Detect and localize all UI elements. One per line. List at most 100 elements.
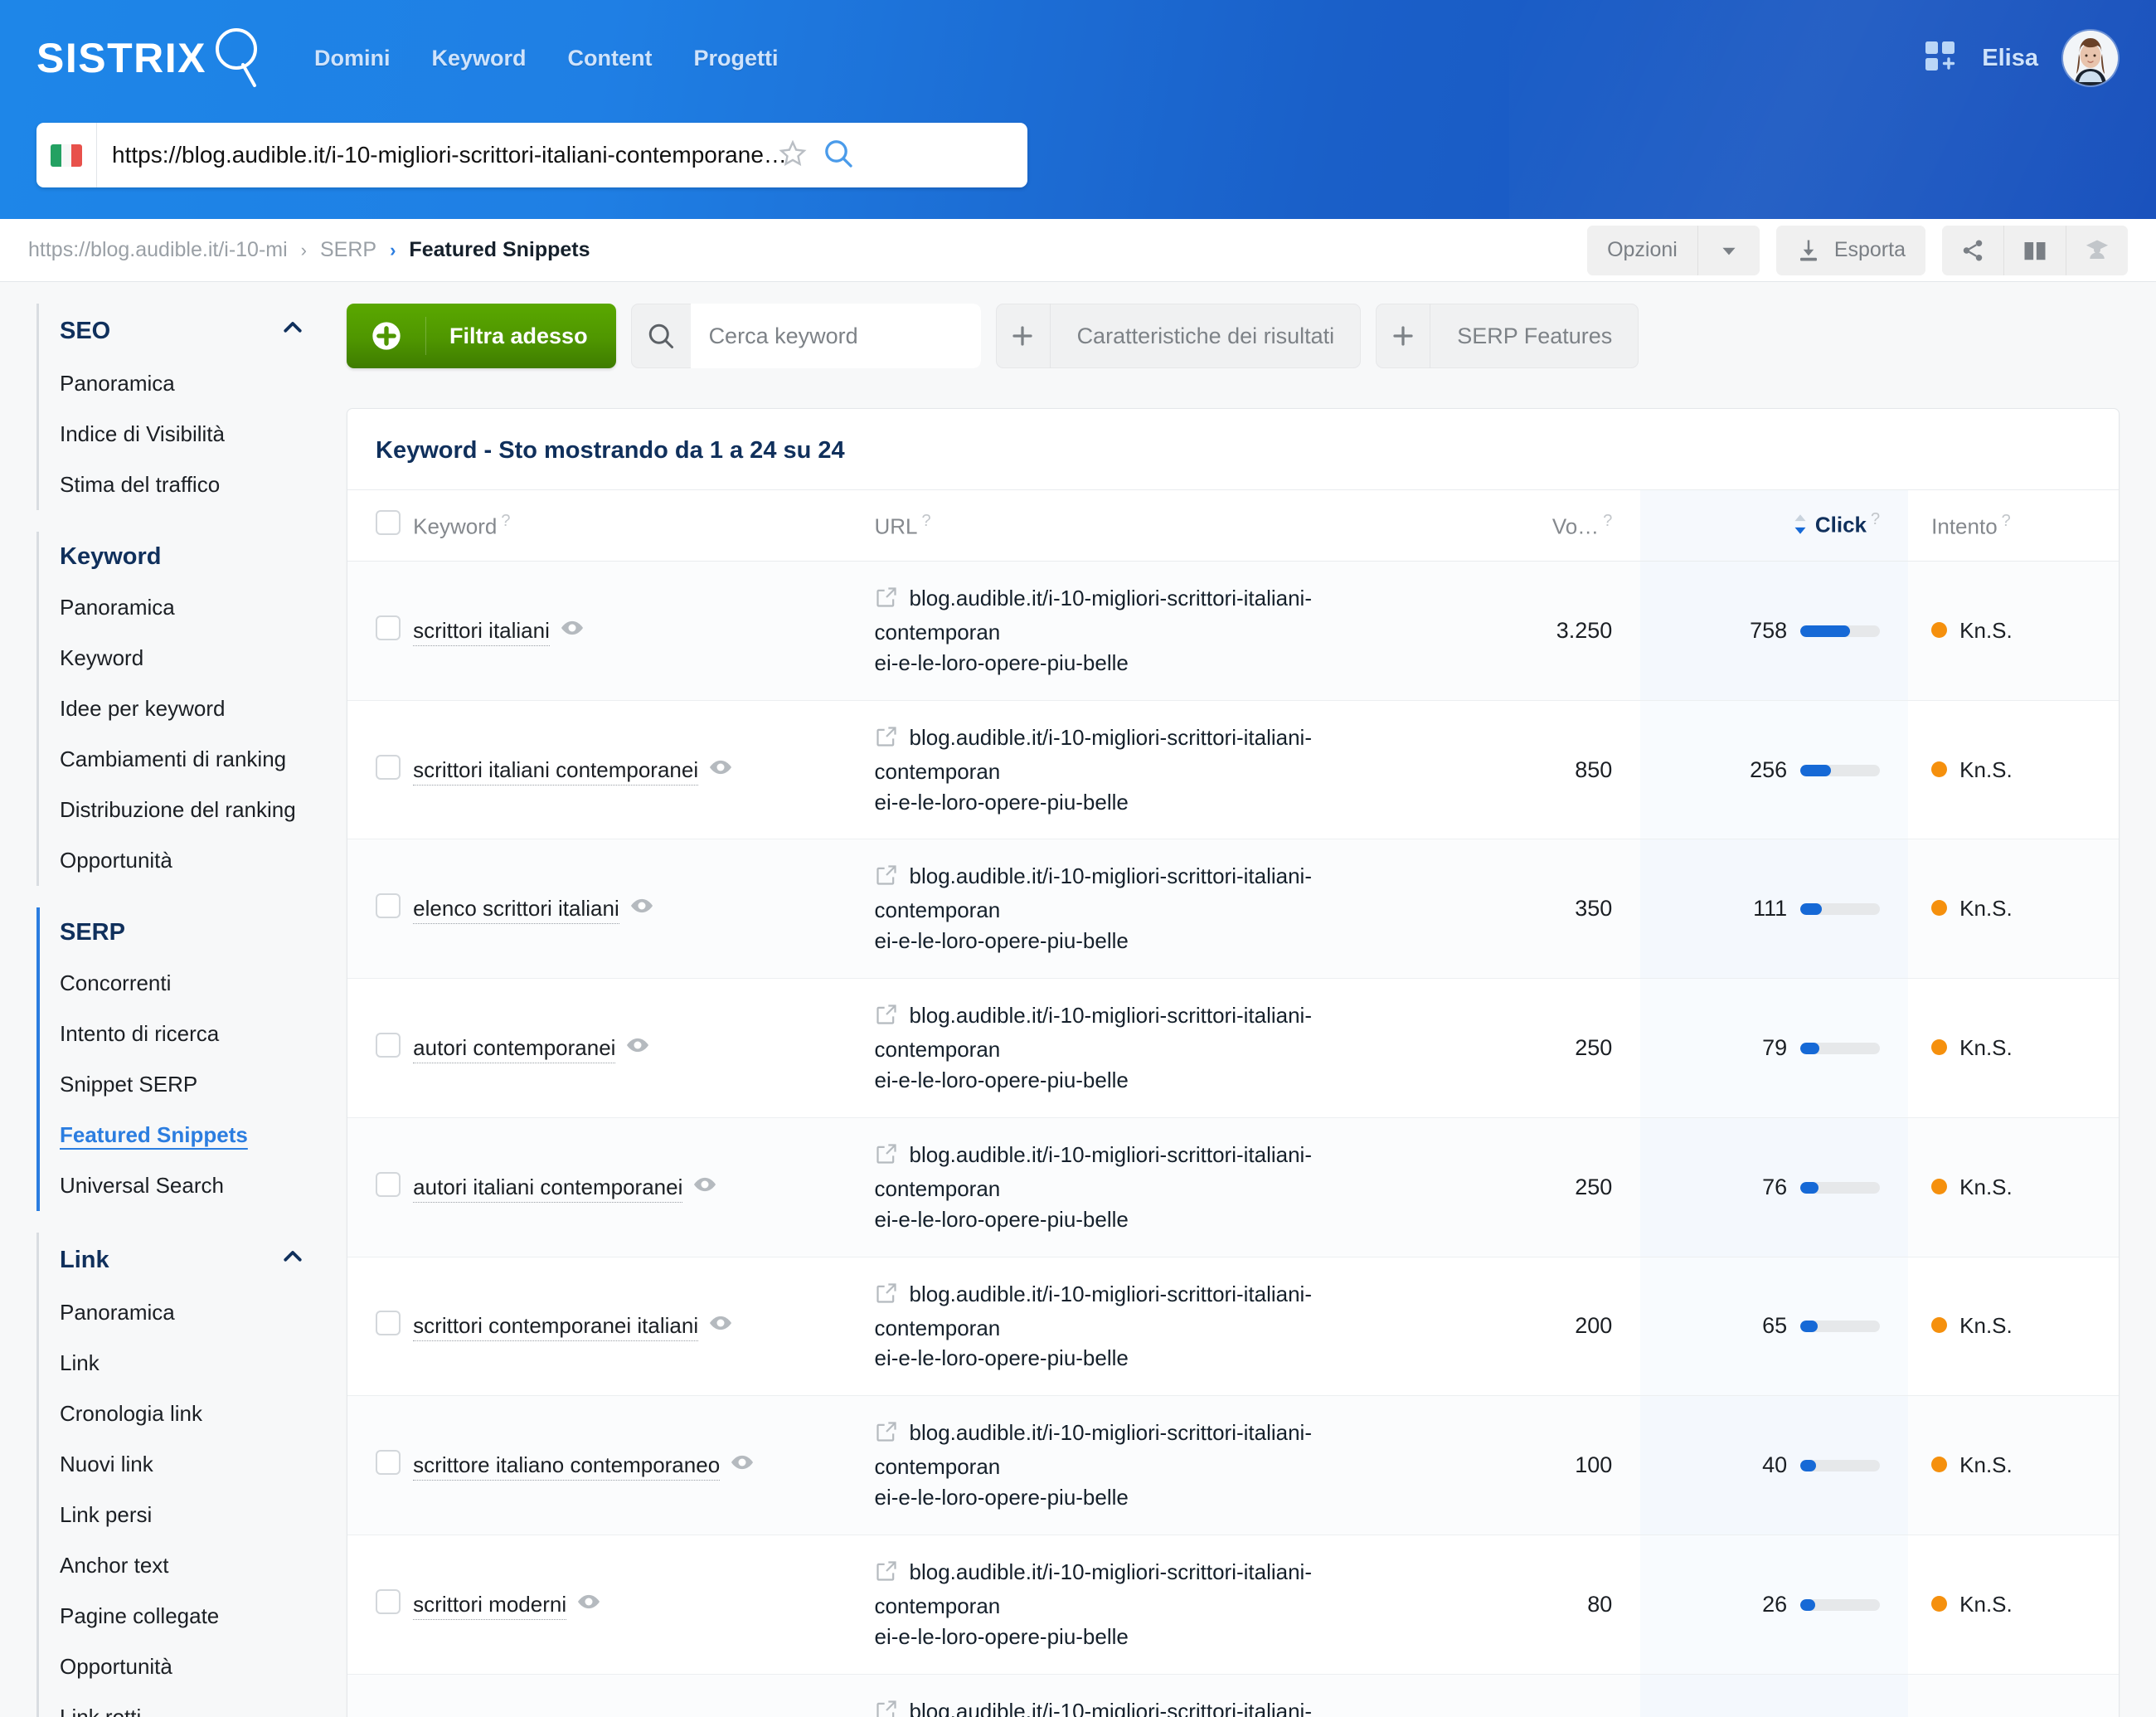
filter-now-button[interactable]: Filtra adesso <box>347 304 616 368</box>
sidebar-item-link-rotti[interactable]: Link rotti <box>36 1692 342 1717</box>
sidebar-item-link[interactable]: Link <box>36 1338 342 1389</box>
sidebar-group-header-serp[interactable]: SERP <box>36 907 342 958</box>
url-cell[interactable]: blog.audible.it/i-10-migliori-scrittori-… <box>874 1535 1447 1675</box>
book-icon[interactable] <box>2003 225 2066 275</box>
row-select-cell[interactable] <box>347 978 414 1118</box>
row-select-cell[interactable] <box>347 700 414 840</box>
search-icon[interactable] <box>822 137 855 174</box>
user-name[interactable]: Elisa <box>1982 45 2038 72</box>
sidebar-item-intento-di-ricerca[interactable]: Intento di ricerca <box>36 1009 342 1059</box>
sidebar-item-opportunita[interactable]: Opportunità <box>36 1642 342 1692</box>
select-all-header[interactable] <box>347 489 414 562</box>
help-icon[interactable]: ? <box>501 512 510 530</box>
external-link-icon[interactable] <box>875 727 898 753</box>
sidebar-item-panoramica[interactable]: Panoramica <box>36 582 342 633</box>
sidebar-item-keyword[interactable]: Keyword <box>36 633 342 683</box>
keyword-link[interactable]: autori italiani contemporanei <box>413 1174 683 1203</box>
row-select-cell[interactable] <box>347 1395 414 1536</box>
external-link-icon[interactable] <box>875 1144 898 1170</box>
options-button[interactable]: Opzioni <box>1587 225 1697 275</box>
nav-item-progetti[interactable]: Progetti <box>694 46 779 71</box>
column-header-click[interactable]: Click? <box>1640 489 1909 562</box>
breadcrumb-item-serp[interactable]: SERP <box>320 238 376 262</box>
row-checkbox[interactable] <box>376 1588 401 1614</box>
url-cell[interactable]: blog.audible.it/i-10-migliori-scrittori-… <box>874 700 1447 840</box>
country-selector[interactable] <box>36 123 97 187</box>
keyword-link[interactable]: scrittore italiano contemporaneo <box>413 1452 721 1481</box>
column-header-url[interactable]: URL? <box>874 489 1447 562</box>
row-select-cell[interactable] <box>347 1674 414 1717</box>
external-link-icon[interactable] <box>875 1282 898 1310</box>
nav-item-keyword[interactable]: Keyword <box>431 46 526 71</box>
external-link-icon[interactable] <box>875 865 898 892</box>
sidebar-group-header-link[interactable]: Link <box>36 1233 342 1287</box>
apps-grid-add-icon[interactable] <box>1924 40 1957 77</box>
row-checkbox[interactable] <box>376 1311 401 1336</box>
preview-eye-icon[interactable] <box>730 1455 755 1480</box>
url-cell[interactable]: blog.audible.it/i-10-migliori-scrittori-… <box>874 1257 1447 1397</box>
help-icon[interactable]: ? <box>1603 512 1612 530</box>
sidebar-item-link-persi[interactable]: Link persi <box>36 1490 342 1540</box>
row-checkbox[interactable] <box>376 893 401 919</box>
domain-search-box[interactable]: https://blog.audible.it/i-10-migliori-sc… <box>36 123 1027 187</box>
sidebar-item-opportunita[interactable]: Opportunità <box>36 835 342 886</box>
external-link-icon[interactable] <box>875 1700 898 1717</box>
sidebar-item-distribuzione-del-ranking[interactable]: Distribuzione del ranking <box>36 785 342 835</box>
select-all-checkbox[interactable] <box>376 510 401 535</box>
url-cell[interactable]: blog.audible.it/i-10-migliori-scrittori-… <box>874 839 1447 980</box>
preview-eye-icon[interactable] <box>629 898 654 923</box>
sidebar-item-snippet-serp[interactable]: Snippet SERP <box>36 1059 342 1110</box>
row-select-cell[interactable] <box>347 1117 414 1257</box>
graduate-icon[interactable] <box>2066 225 2128 275</box>
preview-eye-icon[interactable] <box>708 760 733 785</box>
keyword-link[interactable]: scrittori contemporanei italiani <box>413 1313 699 1342</box>
row-select-cell[interactable] <box>347 1257 414 1397</box>
external-link-icon[interactable] <box>875 1561 898 1588</box>
url-cell[interactable]: blog.audible.it/i-10-migliori-scrittori-… <box>874 978 1447 1118</box>
sidebar-item-anchor-text[interactable]: Anchor text <box>36 1540 342 1591</box>
column-header-keyword[interactable]: Keyword? <box>413 489 875 562</box>
url-cell[interactable]: blog.audible.it/i-10-migliori-scrittori-… <box>874 1117 1447 1257</box>
preview-eye-icon[interactable] <box>692 1177 717 1202</box>
star-outline-icon[interactable] <box>779 139 807 172</box>
preview-eye-icon[interactable] <box>708 1316 733 1340</box>
avatar[interactable] <box>2063 31 2118 85</box>
sidebar-item-cronologia-link[interactable]: Cronologia link <box>36 1389 342 1439</box>
keyword-link[interactable]: scrittori moderni <box>413 1591 567 1620</box>
chevron-up-icon[interactable] <box>280 1244 305 1276</box>
sidebar-item-featured-snippets[interactable]: Featured Snippets <box>36 1110 342 1160</box>
keyword-link[interactable]: autori contemporanei <box>413 1035 616 1064</box>
preview-eye-icon[interactable] <box>560 620 585 645</box>
sidebar-item-cambiamenti-di-ranking[interactable]: Cambiamenti di ranking <box>36 734 342 785</box>
sidebar-item-concorrenti[interactable]: Concorrenti <box>36 958 342 1009</box>
row-checkbox[interactable] <box>376 754 401 780</box>
export-button[interactable]: Esporta <box>1775 225 1925 275</box>
search-input[interactable] <box>690 304 981 368</box>
sidebar-item-panoramica[interactable]: Panoramica <box>36 358 342 409</box>
chevron-up-icon[interactable] <box>280 315 305 347</box>
row-checkbox[interactable] <box>376 615 401 640</box>
external-link-icon[interactable] <box>875 1004 898 1031</box>
sidebar-item-indice-di-visibilita[interactable]: Indice di Visibilità <box>36 409 342 460</box>
keyword-search-chip[interactable] <box>630 304 981 368</box>
sidebar-item-idee-per-keyword[interactable]: Idee per keyword <box>36 683 342 734</box>
sistrix-logo[interactable]: SISTRIX <box>36 24 263 93</box>
sidebar-item-pagine-collegate[interactable]: Pagine collegate <box>36 1591 342 1642</box>
sort-desc-icon[interactable] <box>1792 513 1809 541</box>
sidebar-group-header-seo[interactable]: SEO <box>36 304 342 358</box>
row-select-cell[interactable] <box>347 1535 414 1675</box>
row-checkbox[interactable] <box>376 1450 401 1476</box>
url-cell[interactable]: blog.audible.it/i-10-migliori-scrittori-… <box>874 561 1447 701</box>
preview-eye-icon[interactable] <box>576 1594 601 1619</box>
column-header-volume[interactable]: Vo…? <box>1446 489 1641 562</box>
sidebar-item-panoramica[interactable]: Panoramica <box>36 1287 342 1338</box>
keyword-link[interactable]: elenco scrittori italiani <box>413 896 619 925</box>
sidebar-item-universal-search[interactable]: Universal Search <box>36 1160 342 1211</box>
external-link-icon[interactable] <box>875 1422 898 1448</box>
url-cell[interactable]: blog.audible.it/i-10-migliori-scrittori-… <box>874 1395 1447 1536</box>
help-icon[interactable]: ? <box>1871 510 1880 528</box>
row-select-cell[interactable] <box>347 561 414 701</box>
nav-item-domini[interactable]: Domini <box>314 46 391 71</box>
preview-eye-icon[interactable] <box>625 1038 650 1063</box>
share-icon[interactable] <box>1942 225 2003 275</box>
